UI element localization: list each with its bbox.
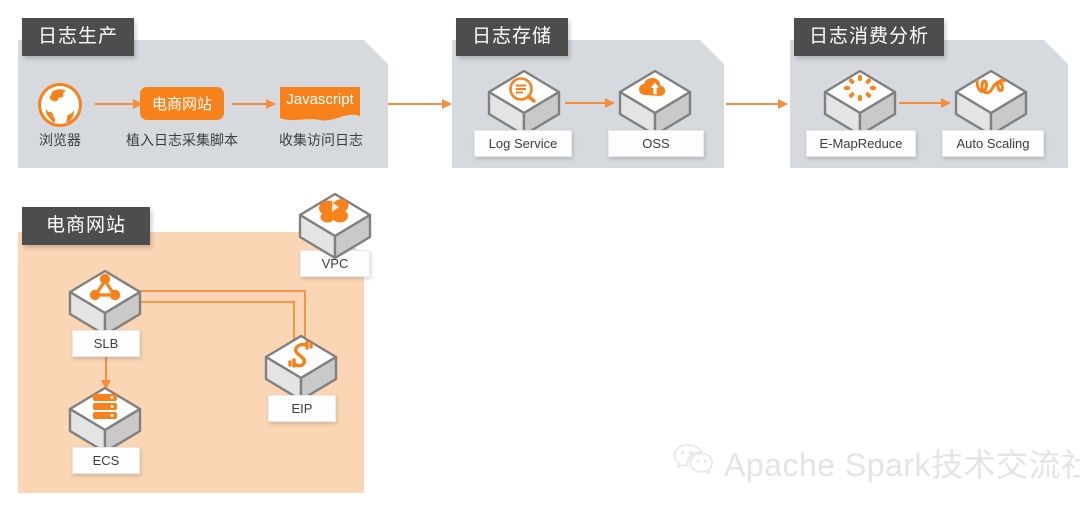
arrow-logservice-to-oss — [565, 95, 615, 111]
panel-title-log-storage: 日志存储 — [456, 18, 568, 56]
panel-title-ecommerce-website: 电商网站 — [22, 207, 150, 245]
cube-vpc[interactable] — [296, 188, 374, 266]
ecommerce-site-badge[interactable]: 电商网站 — [140, 87, 224, 120]
arrow-production-to-storage — [388, 96, 452, 112]
arrow-storage-to-analysis — [726, 96, 788, 112]
label-ecs: ECS — [72, 447, 140, 474]
diagram-canvas: 日志生产 浏览器 电商网站 植入日志采集脚本 Javascript 收集访问日志 — [0, 0, 1080, 512]
label-auto-scaling: Auto Scaling — [942, 130, 1044, 157]
arrow-emapreduce-to-autoscaling — [899, 95, 951, 111]
label-log-service: Log Service — [474, 130, 572, 157]
panel-title-log-production: 日志生产 — [22, 18, 134, 56]
server-stack-icon — [93, 394, 117, 419]
javascript-badge[interactable]: Javascript — [276, 85, 364, 125]
label-emapreduce: E-MapReduce — [806, 130, 916, 157]
label-eip: EIP — [268, 395, 336, 422]
javascript-caption: 收集访问日志 — [279, 132, 363, 148]
vpc-cloud-icon — [319, 199, 349, 223]
javascript-badge-text: Javascript — [286, 91, 354, 108]
arrow-browser-to-site — [95, 96, 143, 112]
arrow-site-to-javascript — [232, 96, 276, 112]
browser-caption: 浏览器 — [39, 132, 81, 148]
wechat-icon — [672, 442, 714, 484]
ecommerce-site-caption: 植入日志采集脚本 — [126, 132, 238, 148]
label-slb: SLB — [72, 330, 140, 357]
panel-title-log-analysis: 日志消费分析 — [794, 18, 944, 56]
globe-icon — [37, 82, 83, 128]
label-oss: OSS — [608, 130, 704, 157]
watermark: Apache Spark技术交流社区 — [672, 440, 1080, 486]
watermark-text: Apache Spark技术交流社区 — [724, 447, 1080, 483]
